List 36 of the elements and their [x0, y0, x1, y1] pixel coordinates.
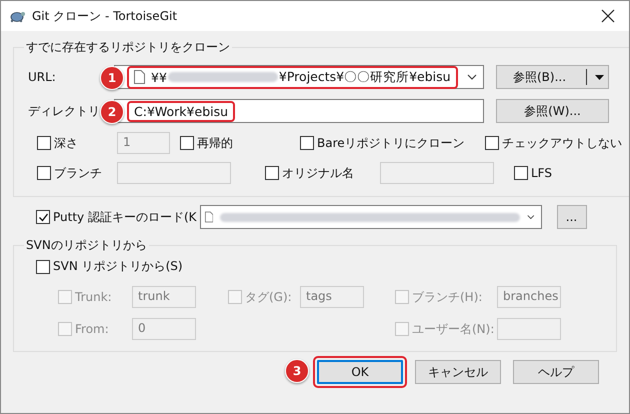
turtle-icon	[9, 9, 25, 23]
directory-field[interactable]: C:¥Work¥ebisu	[114, 99, 484, 123]
group-title: SVNのリポジトリから	[25, 237, 148, 254]
callout-badge: 2	[100, 100, 124, 124]
browse-button[interactable]: ...	[556, 205, 587, 229]
caret-icon[interactable]	[595, 74, 604, 80]
checkmark-icon	[38, 212, 48, 222]
callout-badge: 1	[100, 66, 124, 90]
callout-badge: 3	[285, 359, 309, 383]
checkbox[interactable]: SVN リポジトリから(S)	[36, 258, 606, 275]
checkbox[interactable]: 深さ	[37, 134, 117, 152]
browse-button[interactable]: 参照(W)...	[496, 99, 609, 123]
checkbox[interactable]: Bareリポジトリにクローン	[300, 134, 485, 152]
checkbox[interactable]: LFS	[514, 166, 622, 180]
dialog-button[interactable]: ヘルプ	[513, 360, 599, 384]
url-label: URL:	[28, 70, 56, 84]
key-file-combo[interactable]	[200, 205, 542, 229]
url-value: ¥Projects¥〇〇研究所¥ebisu	[278, 68, 451, 86]
dialog-button[interactable]: キャンセル	[415, 360, 501, 384]
chevron-down-icon[interactable]	[467, 74, 477, 80]
directory-label: ディレクトリ	[28, 104, 100, 118]
checkbox[interactable]: 再帰的	[180, 134, 300, 152]
window-title: Git クローン - TortoiseGit	[32, 8, 178, 24]
chevron-down-icon[interactable]	[526, 214, 535, 220]
url-combo[interactable]: ¥¥ ¥Projects¥〇〇研究所¥ebisu	[114, 65, 484, 89]
close-icon[interactable]	[601, 9, 615, 23]
file-icon	[204, 210, 213, 224]
group-title: すでに存在するリポジトリをクローン	[25, 39, 231, 56]
directory-value: C:¥Work¥ebisu	[127, 100, 236, 122]
browse-button[interactable]: 参照(B)...	[496, 65, 609, 89]
checkbox[interactable]: チェックアウトしない	[485, 134, 622, 152]
checkbox[interactable]: オリジナル名	[265, 164, 380, 182]
url-value: ¥¥	[151, 70, 167, 84]
file-icon	[134, 70, 145, 84]
checkbox[interactable]: ブランチ	[37, 164, 117, 182]
checkbox[interactable]: Putty 認証キーのロード(K	[36, 208, 197, 226]
